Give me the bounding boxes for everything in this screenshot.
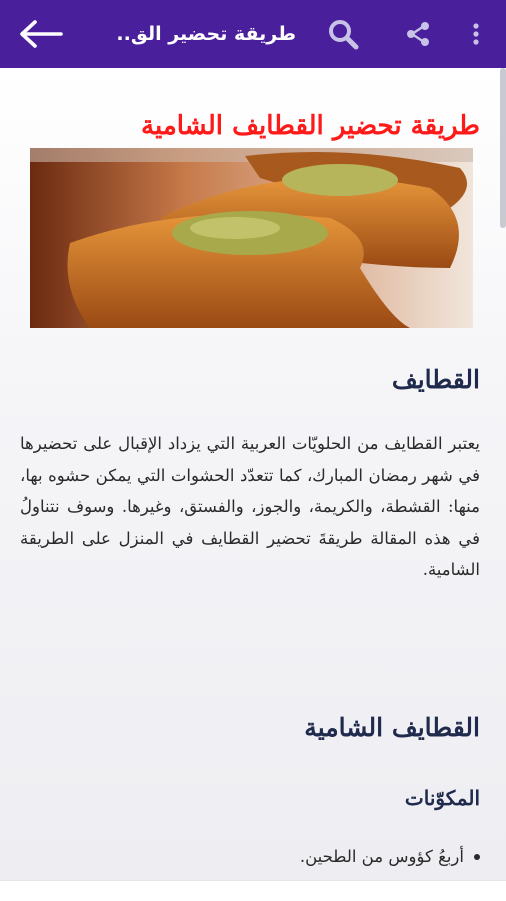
intro-paragraph: يعتبر القطايف من الحلويّات العربية التي … — [20, 434, 480, 579]
ingredients-heading: المكوّنات — [404, 786, 480, 810]
article-hero-image — [30, 148, 473, 328]
scrollbar[interactable] — [500, 68, 506, 228]
ingredient-text: أربعُ كؤوس من الطحين. — [299, 847, 464, 866]
more-vert-icon — [473, 23, 479, 45]
bottom-bar — [0, 880, 506, 901]
share-icon — [407, 22, 429, 46]
back-arrow-icon — [20, 20, 63, 48]
more-options-button[interactable] — [462, 14, 490, 54]
section-heading-qatayef: القطايف — [391, 365, 480, 394]
app-bar: طريقة تحضير الق.. — [0, 0, 506, 68]
bullet-dot — [474, 854, 480, 860]
ingredients-list: أربعُ كؤوس من الطحين. — [40, 842, 480, 872]
app-bar-title: طريقة تحضير الق.. — [116, 23, 296, 45]
search-button[interactable] — [323, 14, 363, 54]
list-item: أربعُ كؤوس من الطحين. — [40, 842, 480, 872]
search-icon — [329, 20, 359, 50]
back-button[interactable] — [14, 12, 66, 56]
section-heading-shami-qatayef: القطايف الشامية — [304, 713, 480, 742]
article-title: طريقة تحضير القطايف الشامية — [141, 111, 480, 141]
share-button[interactable] — [398, 14, 438, 54]
